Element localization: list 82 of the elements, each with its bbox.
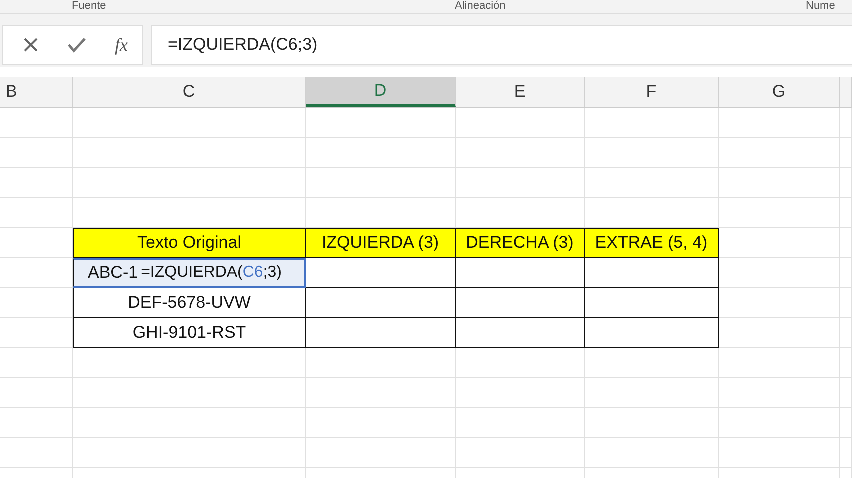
cell-editor[interactable]: =IZQUIERDA(C6;3)	[141, 264, 282, 282]
empty-cell[interactable]	[456, 348, 585, 378]
referenced-cell-highlight[interactable]: ABC-1 =IZQUIERDA(C6;3)	[73, 258, 306, 288]
empty-cell[interactable]	[73, 408, 306, 438]
empty-cell[interactable]	[0, 138, 73, 168]
empty-cell[interactable]	[306, 168, 456, 198]
empty-cell[interactable]	[0, 408, 73, 438]
empty-cell[interactable]	[840, 348, 852, 378]
empty-cell[interactable]	[0, 198, 73, 228]
empty-cell[interactable]	[840, 168, 852, 198]
empty-cell[interactable]	[719, 198, 840, 228]
empty-cell[interactable]	[306, 108, 456, 138]
table-header-cell: Texto Original	[73, 228, 306, 258]
empty-cell[interactable]	[840, 198, 852, 228]
empty-cell[interactable]	[719, 138, 840, 168]
empty-cell[interactable]	[306, 408, 456, 438]
empty-cell[interactable]	[719, 318, 840, 348]
table-cell: DEF-5678-UVW	[73, 288, 306, 318]
empty-cell[interactable]	[73, 348, 306, 378]
empty-cell[interactable]	[585, 438, 719, 468]
empty-cell[interactable]	[456, 378, 585, 408]
empty-cell[interactable]	[0, 348, 73, 378]
empty-cell[interactable]	[456, 168, 585, 198]
insert-function-button[interactable]: fx	[115, 34, 128, 56]
empty-cell[interactable]	[719, 408, 840, 438]
ribbon-group-label: Alineación	[455, 0, 506, 13]
column-header[interactable]: G	[719, 77, 840, 107]
table-header-cell: IZQUIERDA (3)	[306, 228, 456, 258]
empty-cell[interactable]	[719, 378, 840, 408]
empty-cell[interactable]	[585, 378, 719, 408]
empty-cell[interactable]	[0, 288, 73, 318]
empty-cell[interactable]	[456, 438, 585, 468]
empty-cell[interactable]	[719, 288, 840, 318]
column-header[interactable]: E	[456, 77, 585, 107]
ribbon-group-label: Nume	[806, 0, 836, 13]
empty-cell[interactable]	[840, 408, 852, 438]
table-cell: GHI-9101-RST	[73, 318, 306, 348]
empty-cell[interactable]	[73, 168, 306, 198]
empty-cell[interactable]	[840, 288, 852, 318]
empty-cell[interactable]	[0, 108, 73, 138]
empty-cell[interactable]	[719, 168, 840, 198]
empty-cell[interactable]	[456, 108, 585, 138]
empty-cell[interactable]	[840, 438, 852, 468]
empty-cell[interactable]	[840, 318, 852, 348]
empty-cell[interactable]	[73, 138, 306, 168]
ribbon-group-label: Fuente	[72, 0, 106, 13]
cancel-icon[interactable]	[23, 37, 39, 53]
empty-cell[interactable]	[0, 378, 73, 408]
empty-cell[interactable]	[585, 108, 719, 138]
empty-cell[interactable]	[0, 168, 73, 198]
table-header-cell: DERECHA (3)	[456, 228, 585, 258]
empty-cell[interactable]	[0, 318, 73, 348]
empty-cell[interactable]	[73, 108, 306, 138]
column-header[interactable]: F	[585, 77, 719, 107]
cell-text: ABC-1	[88, 263, 138, 283]
empty-cell[interactable]	[306, 378, 456, 408]
column-header[interactable]: B	[0, 77, 73, 107]
empty-cell[interactable]	[456, 138, 585, 168]
empty-cell[interactable]	[719, 108, 840, 138]
checkmark-icon[interactable]	[67, 37, 87, 53]
table-header-cell: EXTRAE (5, 4)	[585, 228, 719, 258]
empty-cell[interactable]	[840, 228, 852, 258]
empty-cell[interactable]	[0, 438, 73, 468]
empty-cell[interactable]	[73, 378, 306, 408]
empty-cell[interactable]	[73, 438, 306, 468]
empty-cell[interactable]	[719, 348, 840, 378]
empty-cell[interactable]	[719, 258, 840, 288]
empty-cell[interactable]	[306, 138, 456, 168]
formula-input[interactable]: =IZQUIERDA(C6;3)	[151, 25, 852, 65]
empty-cell[interactable]	[456, 408, 585, 438]
empty-cell[interactable]	[585, 168, 719, 198]
empty-cell[interactable]	[719, 438, 840, 468]
empty-cell[interactable]	[585, 348, 719, 378]
empty-cell[interactable]	[840, 378, 852, 408]
empty-cell[interactable]	[840, 138, 852, 168]
empty-cell[interactable]	[840, 108, 852, 138]
empty-cell[interactable]	[585, 408, 719, 438]
column-header[interactable]: D	[306, 77, 456, 107]
empty-cell[interactable]	[306, 438, 456, 468]
empty-cell[interactable]	[585, 138, 719, 168]
empty-cell[interactable]	[306, 348, 456, 378]
empty-cell[interactable]	[840, 258, 852, 288]
